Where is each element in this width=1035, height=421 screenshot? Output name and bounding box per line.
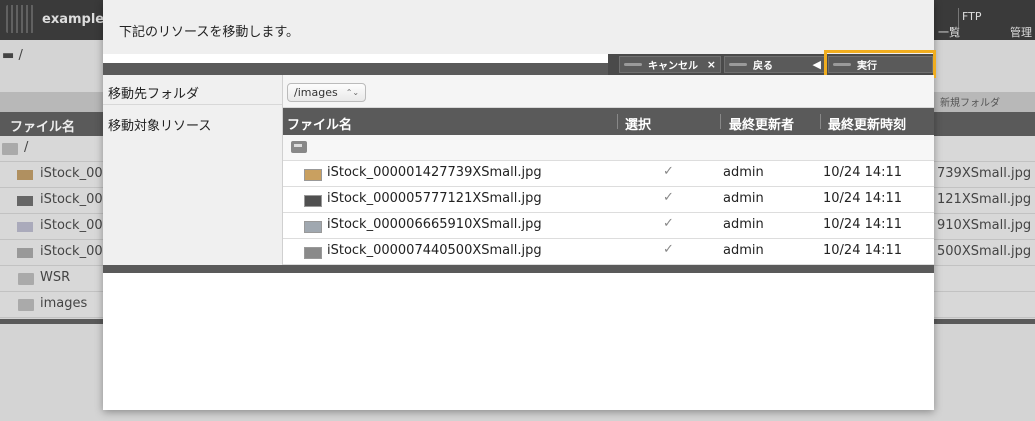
column-separator xyxy=(820,114,821,129)
column-select[interactable]: 選択 xyxy=(625,114,651,133)
folder-icon xyxy=(18,299,34,311)
destination-folder-label: 移動先フォルダ xyxy=(108,87,200,102)
parent-folder-row[interactable] xyxy=(283,135,934,161)
updated-time: 10/24 14:11 xyxy=(823,217,903,232)
divider xyxy=(103,104,282,105)
image-thumbnail-icon xyxy=(17,248,33,258)
current-path: ▬ / xyxy=(2,48,23,63)
updated-time: 10/24 14:11 xyxy=(823,165,903,180)
nav-admin[interactable]: 管理 xyxy=(1010,24,1032,40)
column-updated[interactable]: 最終更新時刻 xyxy=(828,114,906,133)
destination-row xyxy=(283,75,934,108)
image-thumbnail-icon xyxy=(304,195,322,207)
updated-time: 10/24 14:11 xyxy=(823,243,903,258)
selected-checkbox[interactable]: ✓ xyxy=(663,216,674,231)
updater: admin xyxy=(723,243,764,258)
selected-checkbox[interactable]: ✓ xyxy=(663,164,674,179)
file-name: iStock_000001427739XSmall.jpg xyxy=(327,165,542,180)
app-title[interactable]: examples xyxy=(42,12,112,27)
nav-list[interactable]: 一覧 xyxy=(938,24,960,40)
table-row[interactable]: iStock_000006665910XSmall.jpg ✓ admin 10… xyxy=(283,213,934,239)
file-name: iStock_000007440500XSmall.jpg xyxy=(327,243,542,258)
select-arrows-icon: ⌃⌄ xyxy=(345,88,360,97)
destination-folder-select[interactable]: /images ⌃⌄ xyxy=(287,83,367,102)
close-icon: × xyxy=(706,58,716,71)
file-name: iStock_000005777121XSmall.jpg xyxy=(327,191,542,206)
move-resource-dialog: 下記のリソースを移動します。 キャンセル × 戻る ◀ 実行 移動先フォルダ 移… xyxy=(103,0,936,410)
button-handle-icon xyxy=(729,63,747,66)
selected-checkbox[interactable]: ✓ xyxy=(663,190,674,205)
app-grid-icon[interactable] xyxy=(6,5,34,33)
image-thumbnail-icon xyxy=(17,222,33,232)
updater: admin xyxy=(723,217,764,232)
table-row[interactable]: iStock_000001427739XSmall.jpg ✓ admin 10… xyxy=(283,161,934,187)
nav-ftp[interactable]: FTP xyxy=(962,10,982,23)
folder-up-icon xyxy=(291,141,307,153)
image-thumbnail-icon xyxy=(304,221,322,233)
column-filename[interactable]: ファイル名 xyxy=(10,116,75,135)
target-resources-label: 移動対象リソース xyxy=(108,119,212,134)
cancel-button[interactable]: キャンセル × xyxy=(619,56,721,73)
resource-table-header: ファイル名 選択 最終更新者 最終更新時刻 xyxy=(283,108,934,135)
column-separator xyxy=(617,114,618,129)
image-thumbnail-icon xyxy=(304,247,322,259)
image-thumbnail-icon xyxy=(17,170,33,180)
back-button[interactable]: 戻る ◀ xyxy=(724,56,826,73)
updater: admin xyxy=(723,165,764,180)
folder-icon: ▬ xyxy=(2,48,15,63)
updater: admin xyxy=(723,191,764,206)
image-thumbnail-icon xyxy=(304,169,322,181)
folder-icon xyxy=(2,143,18,155)
table-row[interactable]: iStock_000005777121XSmall.jpg ✓ admin 10… xyxy=(283,187,934,213)
folder-icon xyxy=(18,273,34,285)
dialog-message: 下記のリソースを移動します。 xyxy=(119,25,300,40)
image-thumbnail-icon xyxy=(17,196,33,206)
selected-checkbox[interactable]: ✓ xyxy=(663,242,674,257)
column-separator xyxy=(720,114,721,129)
button-handle-icon xyxy=(624,63,642,66)
table-row[interactable]: iStock_000007440500XSmall.jpg ✓ admin 10… xyxy=(283,239,934,265)
column-updater[interactable]: 最終更新者 xyxy=(729,114,794,133)
execute-button-highlight xyxy=(824,50,936,78)
updated-time: 10/24 14:11 xyxy=(823,191,903,206)
table-bottom-bar xyxy=(103,265,934,273)
back-arrow-icon: ◀ xyxy=(812,58,821,71)
new-folder-button[interactable]: 新規フォルダ xyxy=(940,94,1000,109)
file-name: iStock_000006665910XSmall.jpg xyxy=(327,217,542,232)
column-filename[interactable]: ファイル名 xyxy=(287,114,352,133)
